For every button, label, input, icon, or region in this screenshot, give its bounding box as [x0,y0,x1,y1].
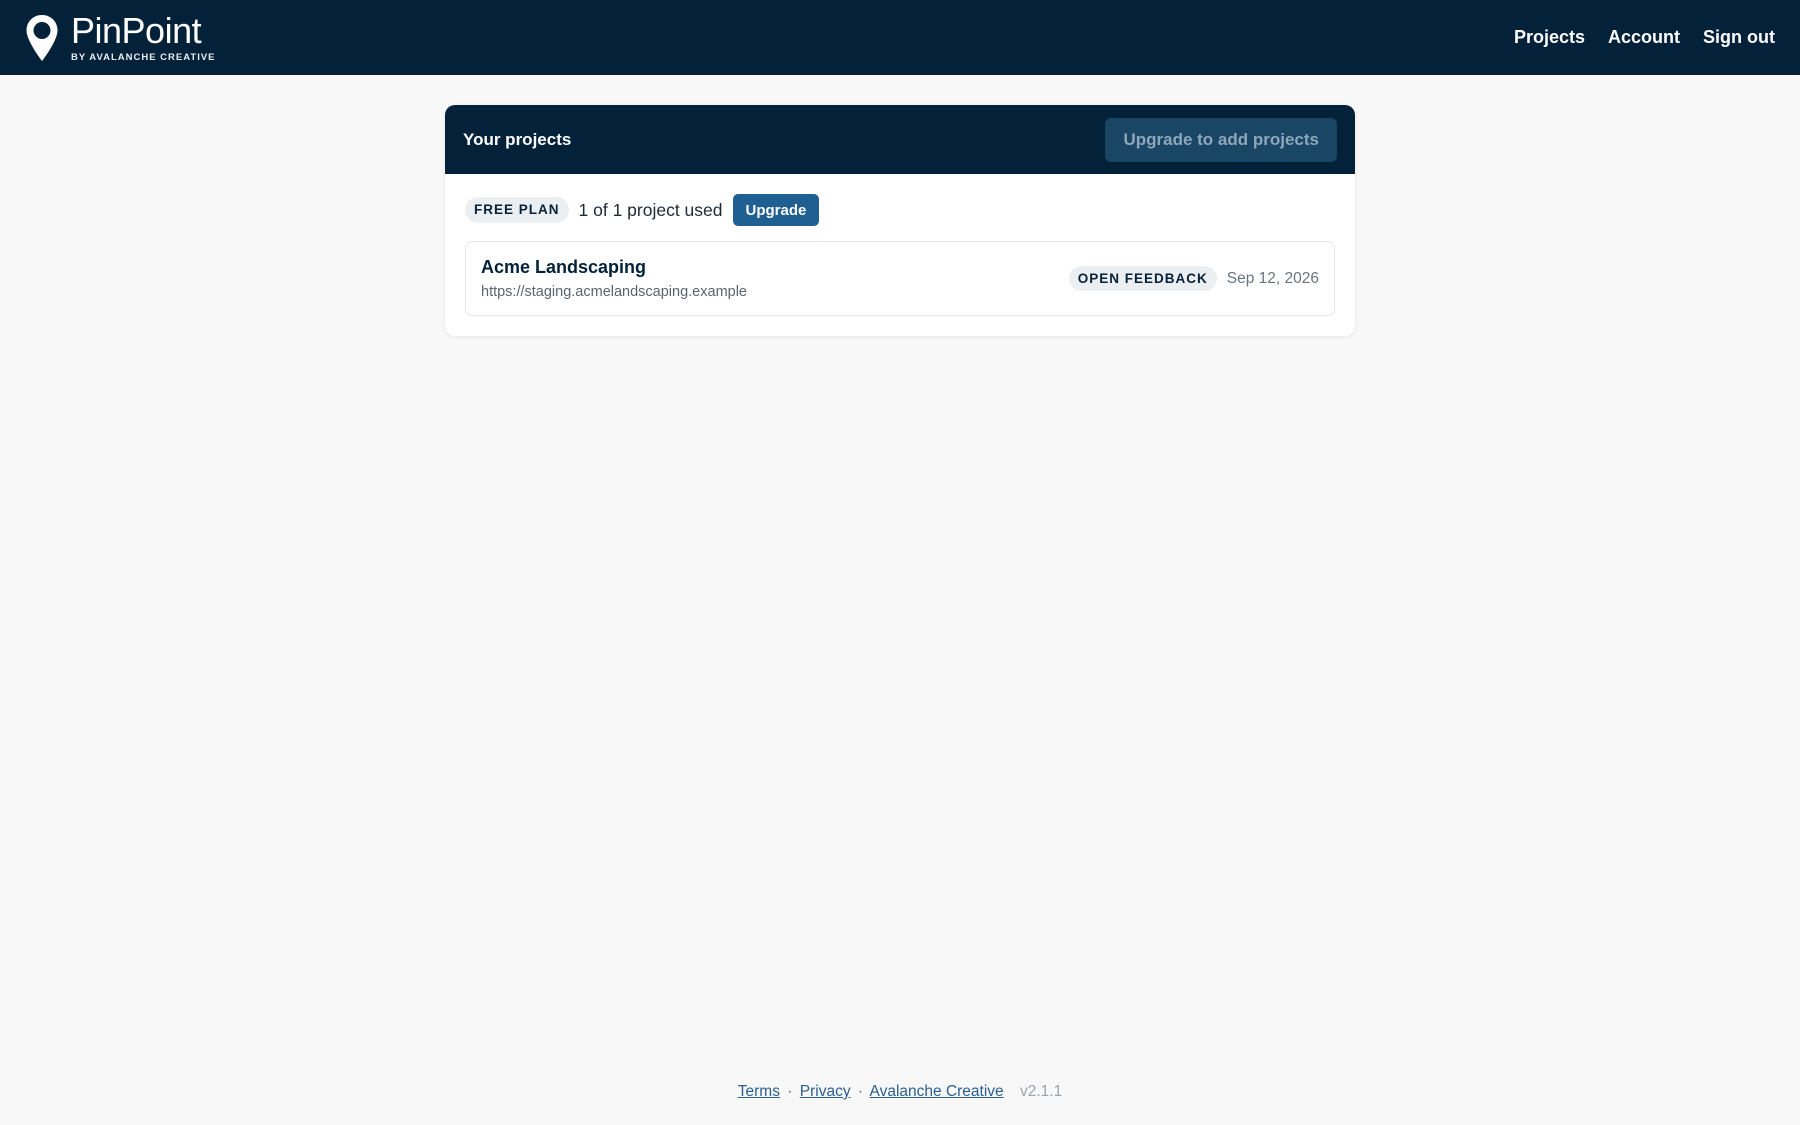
map-pin-icon [26,14,58,61]
app-version: v2.1.1 [1019,1083,1063,1100]
upgrade-to-add-projects-button[interactable]: Upgrade to add projects [1105,117,1337,162]
brand-logo[interactable]: PinPoint BY AVALANCHE CREATIVE [25,9,216,63]
top-navigation-bar: PinPoint BY AVALANCHE CREATIVE Projects … [0,0,1800,75]
page-title: Your projects [463,129,572,149]
footer-separator: · [787,1083,793,1100]
project-list-item[interactable]: Acme Landscaping https://staging.acmelan… [465,241,1335,316]
project-date: Sep 12, 2026 [1226,269,1319,287]
footer-link-privacy[interactable]: Privacy [800,1083,851,1100]
footer-separator: · [857,1083,864,1100]
nav-link-sign-out[interactable]: Sign out [1703,27,1775,48]
brand-subtitle: BY AVALANCHE CREATIVE [71,51,216,63]
project-info: Acme Landscaping https://staging.acmelan… [481,257,747,300]
plan-usage-text: 1 of 1 project used [578,199,723,220]
project-url: https://staging.acmelandscaping.example [481,284,747,300]
plan-status-row: FREE PLAN 1 of 1 project used Upgrade [465,194,1335,226]
nav-link-projects[interactable]: Projects [1514,27,1585,48]
main-nav: Projects Account Sign out [1514,27,1775,48]
project-meta: OPEN FEEDBACK Sep 12, 2026 [1068,265,1319,292]
projects-card: Your projects Upgrade to add projects FR… [445,105,1355,336]
footer-link-terms[interactable]: Terms [738,1083,780,1100]
plan-badge: FREE PLAN [465,197,569,223]
footer-link-avalanche-creative[interactable]: Avalanche Creative [870,1083,1004,1100]
brand-text: PinPoint BY AVALANCHE CREATIVE [71,9,216,63]
projects-card-body: FREE PLAN 1 of 1 project used Upgrade Ac… [445,174,1355,336]
projects-card-header: Your projects Upgrade to add projects [445,105,1355,174]
status-badge: OPEN FEEDBACK [1068,265,1217,292]
nav-link-account[interactable]: Account [1608,27,1680,48]
project-name[interactable]: Acme Landscaping [481,257,747,278]
upgrade-button[interactable]: Upgrade [732,194,820,226]
page-footer: Terms · Privacy · Avalanche Creative v2.… [0,1083,1800,1101]
brand-name: PinPoint [71,9,202,51]
